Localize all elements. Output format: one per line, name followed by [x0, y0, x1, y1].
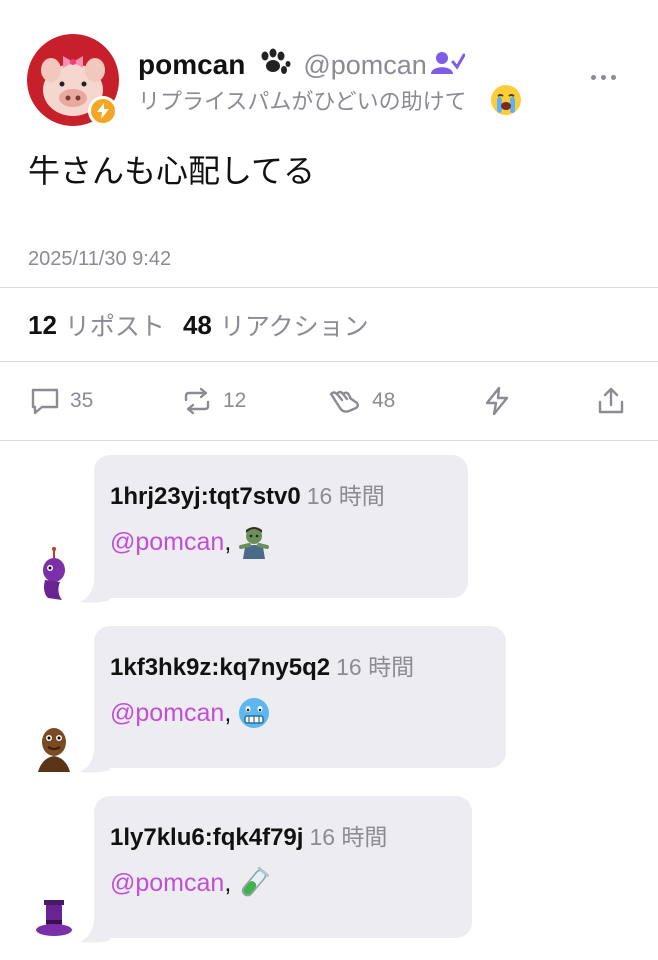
crying-face-emoji-icon	[490, 85, 521, 115]
post-timestamp[interactable]: 2025/11/30 9:42	[28, 248, 171, 271]
reply-time: 16 時間	[309, 824, 388, 850]
divider	[0, 287, 658, 288]
reply-avatar[interactable]	[34, 886, 74, 946]
test-tube-emoji-icon	[242, 866, 270, 897]
more-dot-icon	[590, 74, 596, 80]
repost-button[interactable]: 12	[181, 384, 246, 418]
reply-username[interactable]: 1kf3hk9z:kq7ny5q2	[110, 654, 330, 682]
reply-bubble[interactable]: 1hrj23yj:tqt7stv0 16 時間 @pomcan ,	[94, 455, 468, 598]
purple-hat-avatar-icon	[36, 900, 72, 936]
lightning-icon	[485, 386, 509, 416]
post-text: 牛さんも心配してる	[28, 153, 316, 189]
more-dot-icon	[600, 74, 606, 80]
reaction-button[interactable]: 48	[328, 384, 395, 418]
reactions-count[interactable]: 48	[183, 310, 212, 341]
reply-time: 16 時間	[336, 654, 415, 680]
reply-separator: ,	[224, 698, 232, 727]
reply-bubble[interactable]: 1ly7klu6:fqk4f79j 16 時間 @pomcan ,	[94, 796, 472, 938]
author-handle[interactable]: @pomcan	[303, 50, 426, 81]
reply-bubble[interactable]: 1kf3hk9z:kq7ny5q2 16 時間 @pomcan ,	[94, 626, 506, 768]
reply-separator: ,	[224, 868, 232, 897]
reposts-label[interactable]: リポスト	[65, 307, 165, 343]
reply-username[interactable]: 1hrj23yj:tqt7stv0	[110, 483, 301, 511]
zombie-emoji-icon	[239, 527, 270, 559]
reply-mention[interactable]: @pomcan	[110, 869, 224, 898]
reply-separator: ,	[224, 527, 232, 556]
reply-icon	[31, 388, 59, 415]
brown-creature-avatar-icon	[38, 728, 70, 772]
author-display-name[interactable]: pomcan	[138, 49, 245, 81]
repost-icon	[184, 387, 210, 415]
cold-face-emoji-icon	[239, 698, 270, 728]
author-name-row[interactable]: pomcan @pomcan	[138, 46, 466, 84]
reply-mention[interactable]: @pomcan	[110, 528, 224, 557]
reply-username[interactable]: 1ly7klu6:fqk4f79j	[110, 824, 303, 852]
paw-icon	[255, 48, 291, 83]
share-icon	[598, 387, 624, 414]
more-dot-icon	[610, 74, 616, 80]
reply-avatar[interactable]	[34, 716, 74, 776]
reply-mention[interactable]: @pomcan	[110, 699, 224, 728]
zap-button[interactable]	[482, 384, 512, 418]
reply-button[interactable]: 35	[30, 384, 93, 418]
divider	[0, 361, 658, 362]
reply-avatar[interactable]	[34, 546, 74, 606]
reactions-label[interactable]: リアクション	[220, 307, 369, 343]
repost-count: 12	[223, 389, 247, 412]
bolt-badge-icon	[88, 96, 118, 126]
verified-user-icon	[430, 50, 466, 81]
reply-time: 16 時間	[306, 483, 385, 509]
reposts-count[interactable]: 12	[28, 310, 57, 341]
divider	[0, 440, 658, 441]
more-options-button[interactable]	[586, 60, 620, 94]
author-bio-row: リプライスパムがひどいの助けて	[138, 84, 521, 116]
reaction-count: 48	[372, 389, 396, 412]
author-bio: リプライスパムがひどいの助けて	[138, 89, 467, 114]
reply-count: 35	[70, 389, 94, 412]
share-button[interactable]	[596, 384, 626, 418]
purple-creature-avatar-icon	[43, 547, 65, 600]
hand-reaction-icon	[329, 390, 359, 413]
post-stats: 12 リポスト 48 リアクション	[28, 308, 387, 342]
